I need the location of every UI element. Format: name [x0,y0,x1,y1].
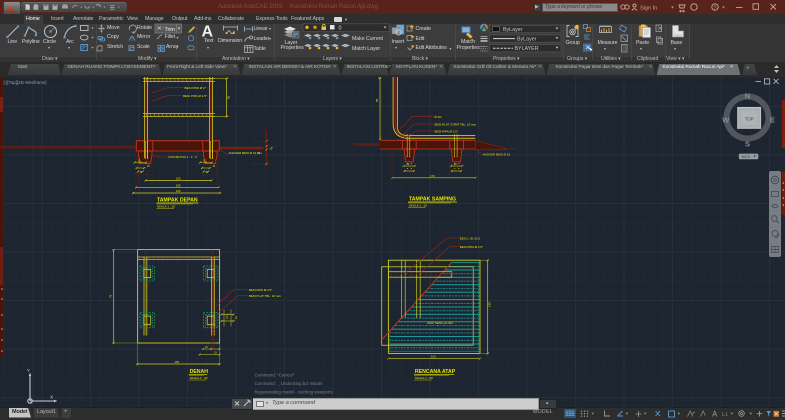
svg-text:1.1: 1.1 [722,412,729,417]
svg-text:30: 30 [407,163,410,166]
svg-text:A: A [202,24,214,41]
svg-text:5: 5 [272,147,274,149]
svg-text:ANGKER BESI Ø 10: ANGKER BESI Ø 10 [483,153,511,157]
svg-text:BESI PIPA Ø 2.5": BESI PIPA Ø 2.5" [249,288,272,292]
svg-text:15: 15 [235,317,238,320]
svg-text:TAMPAK DEPAN: TAMPAK DEPAN [157,198,198,204]
svg-text:COR BETON 1 : 2 : 3: COR BETON 1 : 2 : 3 [168,155,197,159]
svg-text:15: 15 [212,165,215,168]
svg-text:SKALA 1 : 20: SKALA 1 : 20 [190,376,208,380]
svg-text:30: 30 [205,171,208,174]
svg-text:80: 80 [227,95,231,99]
svg-text:[-][Top][2D Wireframe]: [-][Top][2D Wireframe] [4,80,47,85]
svg-text:SKALA 1 : 20: SKALA 1 : 20 [415,376,433,380]
svg-text:TOP: TOP [745,116,754,121]
svg-text:WCS: WCS [742,155,751,159]
svg-text:S: S [745,140,750,149]
svg-text:E: E [770,115,775,124]
svg-text:Sign In: Sign In [640,6,657,12]
svg-text:15: 15 [147,165,150,168]
svg-text:150: 150 [431,355,436,359]
svg-text:BESI PIPA Ø 2.5": BESI PIPA Ø 2.5" [435,129,458,133]
svg-text:ATAP SENG ALUM.: ATAP SENG ALUM. [427,321,454,325]
svg-text:Regenerating model - caching v: Regenerating model - caching viewports [255,390,334,395]
svg-text:150: 150 [175,360,180,364]
svg-text:X: X [50,395,54,401]
svg-text:W: W [722,115,730,124]
svg-text:0: 0 [339,26,342,32]
svg-text:BESI PIPA Ø 2.5": BESI PIPA Ø 2.5" [460,245,483,249]
svg-text:SKALA 1 : 20: SKALA 1 : 20 [157,205,175,209]
svg-text:160: 160 [176,189,181,193]
svg-text:BESI PIPA Ø 2.5": BESI PIPA Ø 2.5" [183,94,207,98]
svg-text:N: N [745,91,750,100]
svg-text:30: 30 [140,171,143,174]
svg-text:RENCANA ATAP: RENCANA ATAP [415,369,456,375]
svg-text:30: 30 [454,163,457,166]
svg-text:Command: _ Undocking bd: Model: Command: _ Undocking bd: Model [255,381,323,386]
svg-text:150: 150 [176,177,181,181]
svg-text:15: 15 [214,352,217,355]
svg-text:BESI PIPA Ø 2": BESI PIPA Ø 2" [185,86,207,90]
svg-text:DENAH: DENAH [190,369,209,375]
svg-text:BYLAYER: BYLAYER [515,46,539,52]
svg-text:SKALA 1 : 20: SKALA 1 : 20 [409,204,427,208]
svg-text:15: 15 [226,317,229,320]
svg-text:?: ? [714,5,717,11]
svg-text:150: 150 [488,302,492,307]
svg-text:ByLayer: ByLayer [517,36,537,42]
svg-text:BESI L 30.30.3: BESI L 30.30.3 [460,236,480,240]
svg-text:15: 15 [205,346,208,349]
svg-text:BESI PLAT STRIP TBL. 10 mm: BESI PLAT STRIP TBL. 10 mm [435,122,477,126]
svg-text:TAMPAK SAMPING: TAMPAK SAMPING [409,197,456,203]
svg-text:ByLayer: ByLayer [503,27,523,33]
svg-text:Ø 4G: Ø 4G [435,115,443,119]
svg-text:Command: *Cancel*: Command: *Cancel* [255,373,295,378]
svg-text:85: 85 [375,98,379,102]
svg-text:Trim: Trim [165,27,176,33]
svg-text:75: 75 [108,294,112,298]
svg-text:BESI PLAT TBL. 10 mm: BESI PLAT TBL. 10 mm [249,294,282,298]
svg-text:170: 170 [430,174,435,178]
svg-text:155: 155 [176,183,181,187]
